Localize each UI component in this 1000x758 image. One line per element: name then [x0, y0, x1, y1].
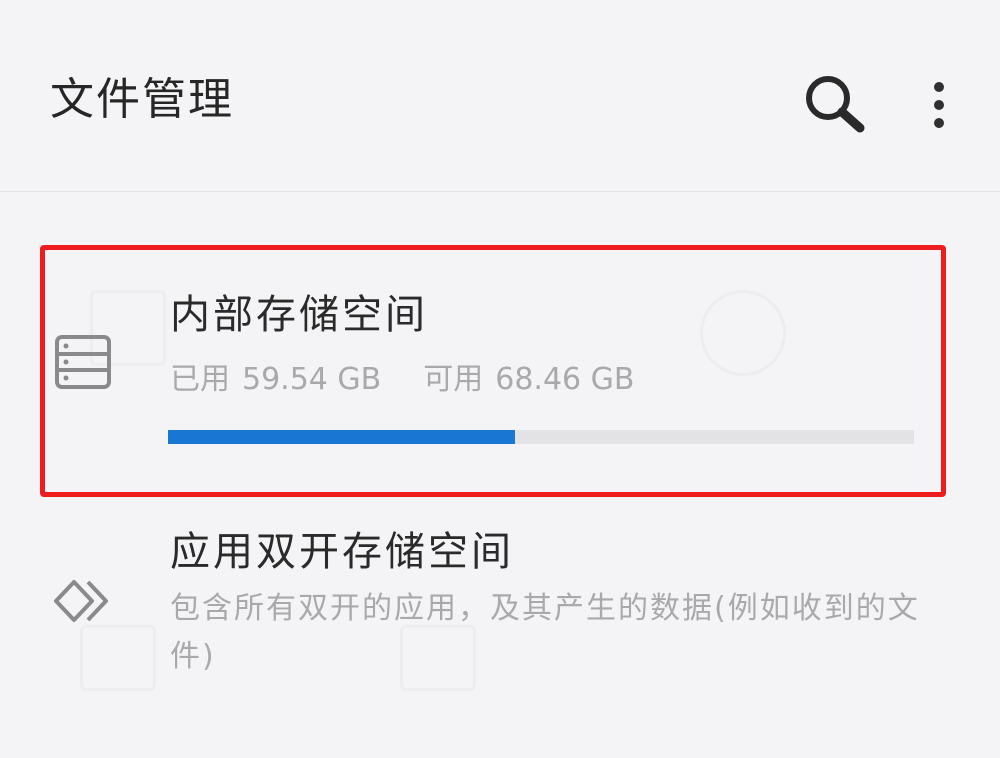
available-label: 可用 [423, 362, 484, 397]
app-bar: 文件管理 [0, 0, 1000, 192]
internal-storage-title: 内部存储空间 [170, 292, 428, 338]
search-icon[interactable] [800, 70, 872, 142]
storage-usage-text: 已用 59.54 GB 可用 68.46 GB [170, 356, 647, 404]
dual-app-storage-description: 包含所有双开的应用，及其产生的数据(例如收到的文件) [170, 591, 920, 674]
dual-diamond-icon [52, 578, 118, 624]
available-value: 68.46 GB [495, 362, 635, 397]
page-title: 文件管理 [50, 74, 234, 125]
more-options-icon[interactable] [918, 72, 962, 136]
dual-app-storage-title[interactable]: 应用双开存储空间 [170, 522, 514, 582]
used-label: 已用 [170, 362, 230, 397]
ghost-tile [80, 625, 156, 691]
storage-progress-fill [168, 430, 515, 444]
used-value: 59.54 GB [242, 362, 382, 397]
storage-progress-bar [168, 430, 914, 444]
storage-list-icon [54, 334, 112, 390]
